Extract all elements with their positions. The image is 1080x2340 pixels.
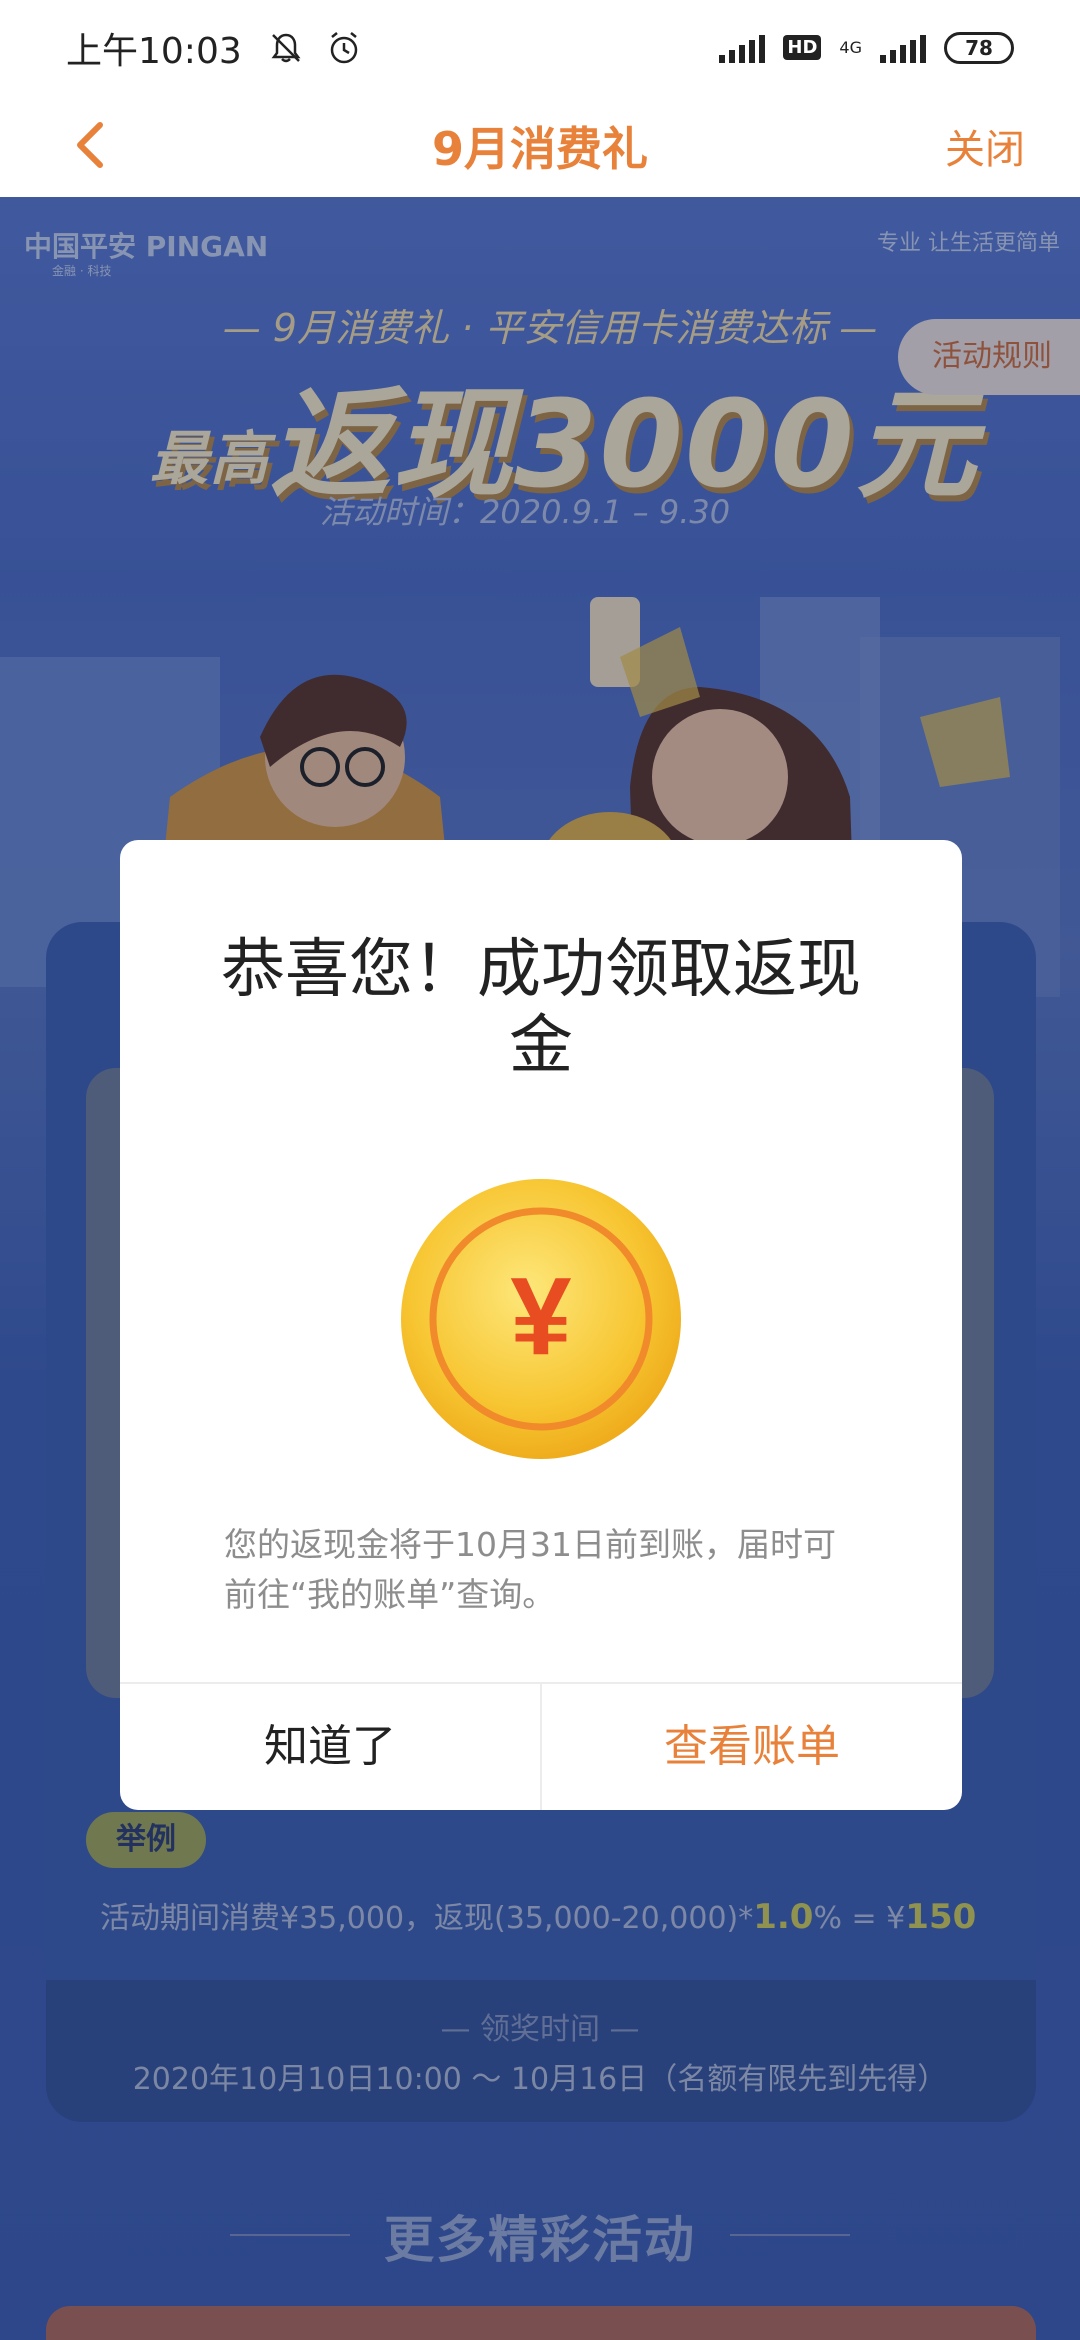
page: 上午10:03 HD 4G 78 9月消费礼 关闭 中国平安 PINGAN 金融… bbox=[0, 0, 1080, 2340]
hd-badge: HD bbox=[783, 35, 822, 60]
alarm-icon bbox=[330, 31, 357, 63]
success-dialog: 恭喜您！成功领取返现金 ¥ 您的返现金将于10月31日前到账，届时可前往“我的账… bbox=[120, 840, 962, 1810]
status-time: 上午10:03 bbox=[66, 30, 242, 72]
dialog-description: 您的返现金将于10月31日前到账，届时可前往“我的账单”查询。 bbox=[224, 1525, 836, 1614]
status-right: HD 4G 78 bbox=[719, 31, 1014, 64]
page-title: 9月消费礼 bbox=[431, 122, 648, 176]
nav-bar: 9月消费礼 关闭 bbox=[0, 95, 1080, 197]
signal-icon bbox=[719, 33, 766, 63]
status-icons bbox=[268, 30, 362, 66]
view-bill-button[interactable]: 查看账单 bbox=[542, 1684, 962, 1810]
status-bar: 上午10:03 HD 4G 78 bbox=[0, 0, 1080, 95]
dialog-title: 恭喜您！成功领取返现金 bbox=[221, 933, 861, 1083]
battery-icon: 78 bbox=[944, 31, 1014, 64]
close-button[interactable]: 关闭 bbox=[945, 117, 1025, 175]
signal-icon-2 bbox=[880, 33, 926, 63]
network-type: 4G bbox=[839, 37, 862, 57]
ok-button[interactable]: 知道了 bbox=[120, 1684, 540, 1810]
coin-symbol: ¥ bbox=[510, 1255, 571, 1378]
coin-icon: ¥ bbox=[401, 1179, 681, 1459]
back-arrow-icon[interactable] bbox=[62, 115, 122, 175]
mute-notification-icon bbox=[271, 33, 301, 62]
